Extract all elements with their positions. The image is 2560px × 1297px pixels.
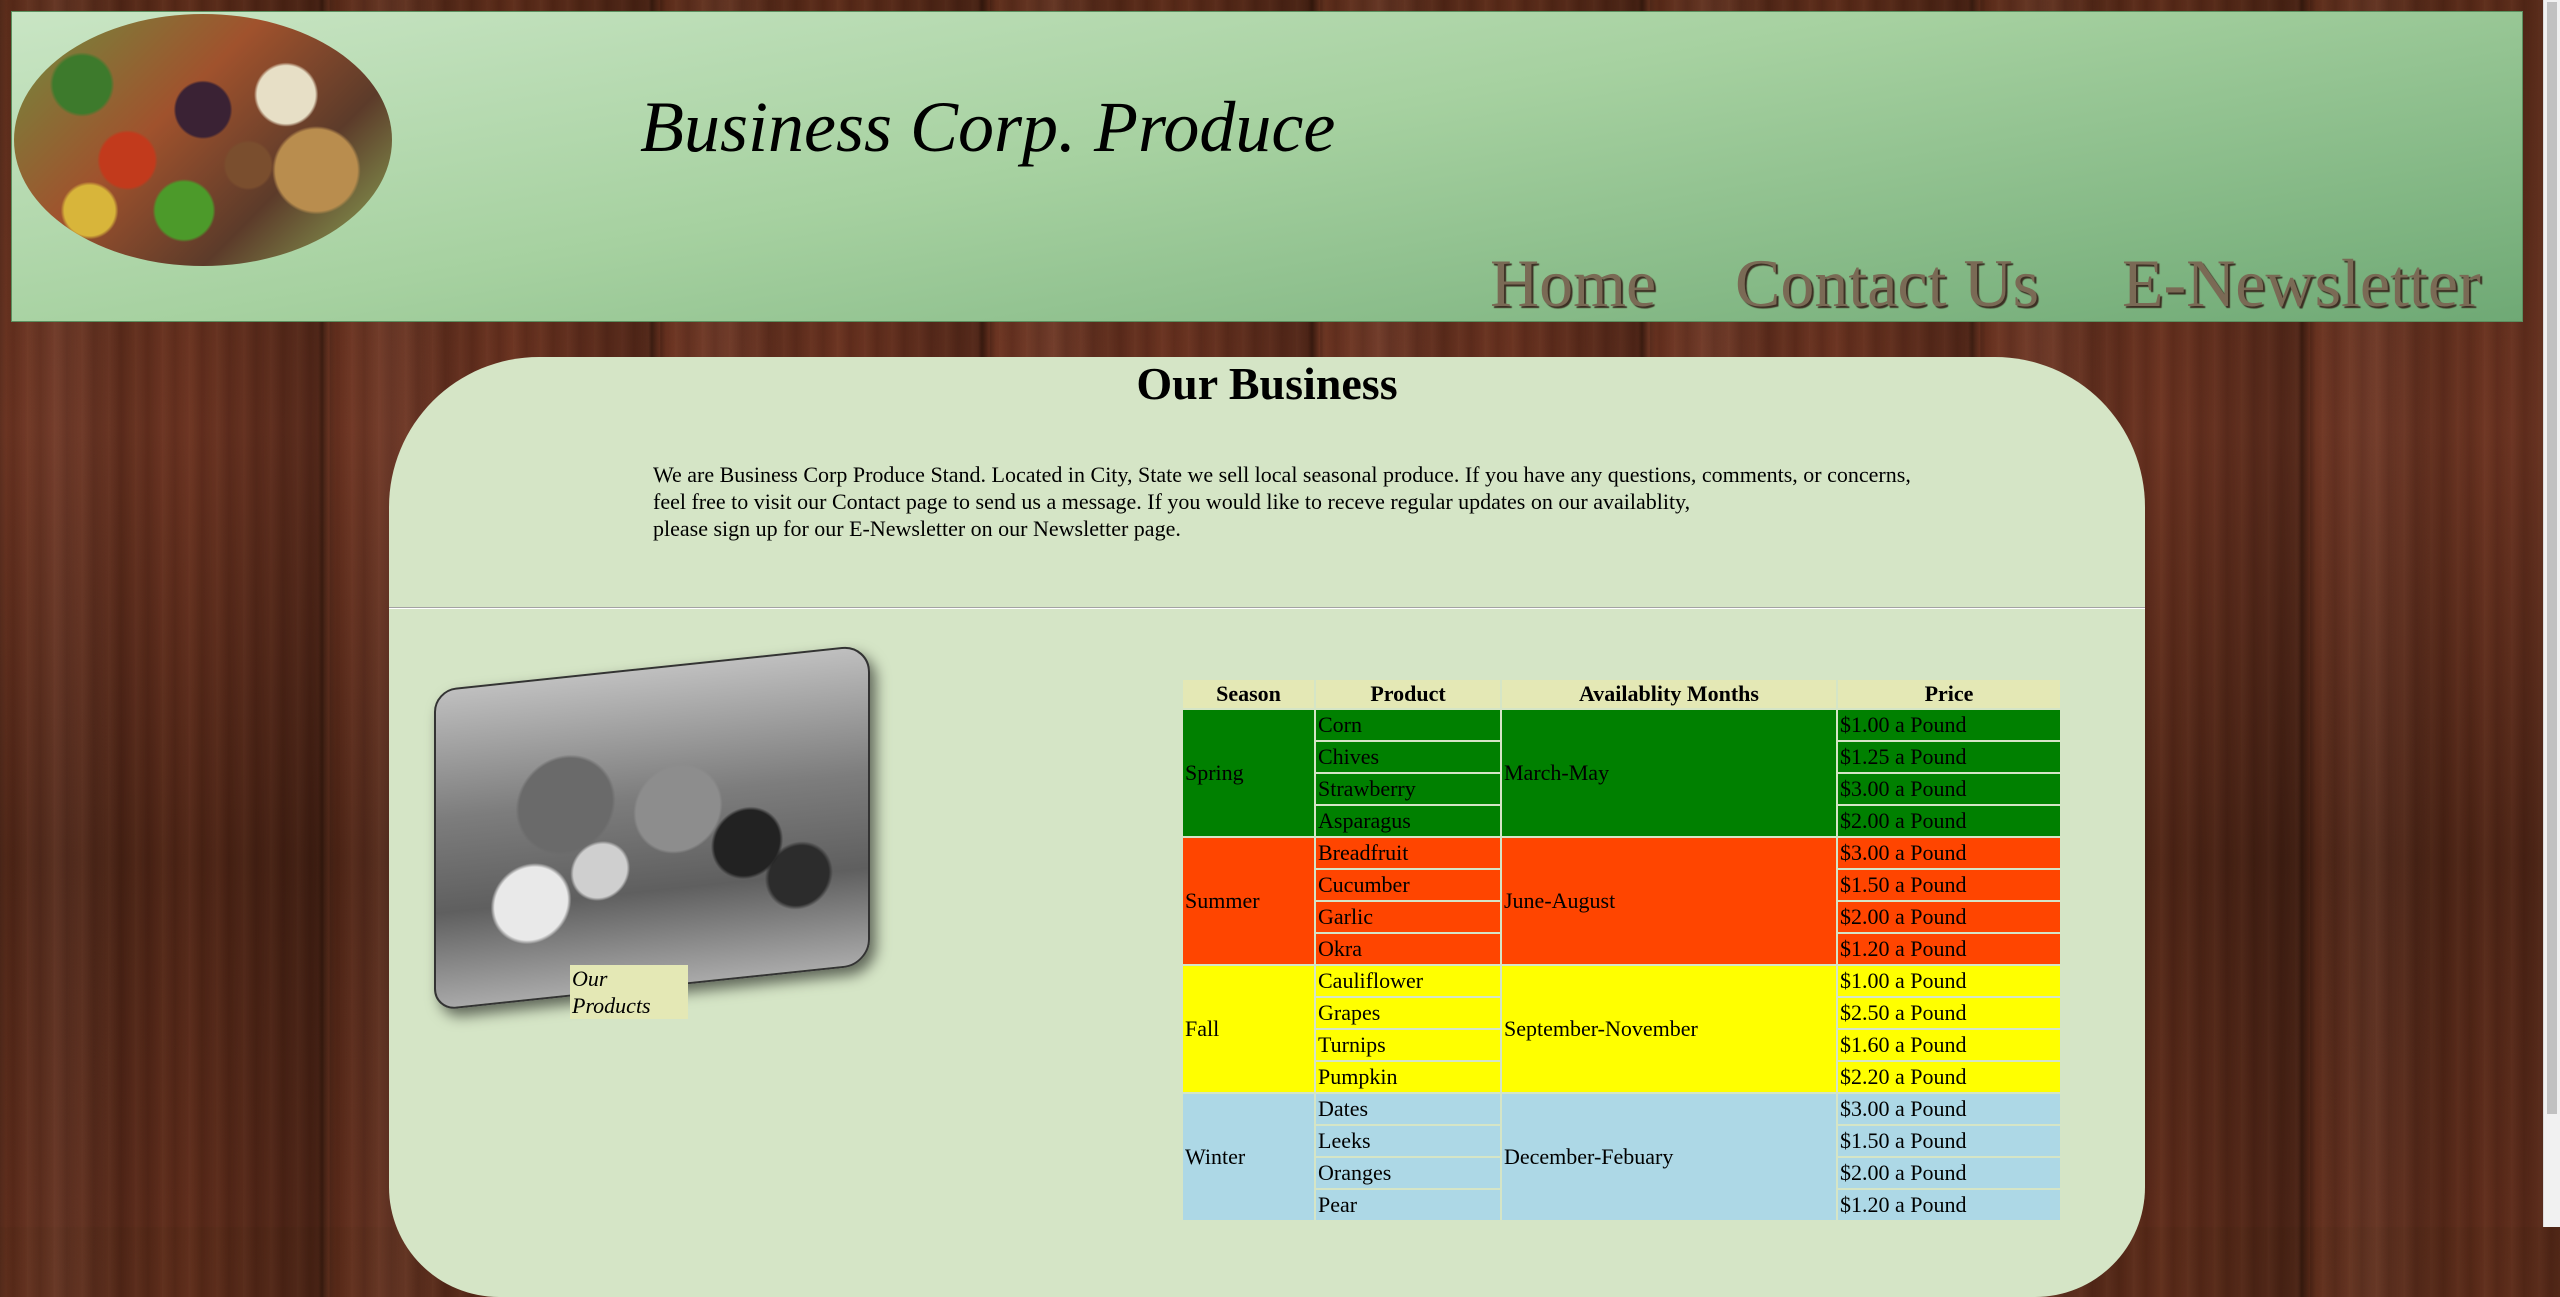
- price-cell: $3.00 a Pound: [1838, 774, 2060, 804]
- price-cell: $3.00 a Pound: [1838, 1094, 2060, 1124]
- nav-newsletter-link[interactable]: E-Newsletter: [2122, 244, 2481, 323]
- product-cell: Leeks: [1316, 1126, 1500, 1156]
- season-cell: Spring: [1183, 710, 1314, 836]
- product-cell: Turnips: [1316, 1030, 1500, 1060]
- scrollbar-thumb[interactable]: [2547, 2, 2557, 1114]
- months-cell: September-November: [1502, 966, 1836, 1092]
- header-product: Product: [1316, 680, 1500, 708]
- price-cell: $2.20 a Pound: [1838, 1062, 2060, 1092]
- price-cell: $1.60 a Pound: [1838, 1030, 2060, 1060]
- header-season: Season: [1183, 680, 1314, 708]
- main-content: Our Business We are Business Corp Produc…: [389, 357, 2145, 1297]
- header-months: Availablity Months: [1502, 680, 1836, 708]
- nav-home-link[interactable]: Home: [1490, 244, 1656, 323]
- price-cell: $2.00 a Pound: [1838, 902, 2060, 932]
- intro-line: feel free to visit our Contact page to s…: [653, 489, 1691, 514]
- price-cell: $2.50 a Pound: [1838, 998, 2060, 1028]
- price-cell: $1.20 a Pound: [1838, 934, 2060, 964]
- product-cell: Pear: [1316, 1190, 1500, 1220]
- produce-table: Season Product Availablity Months Price …: [1181, 678, 2062, 1222]
- months-cell: June-August: [1502, 838, 1836, 964]
- product-cell: Oranges: [1316, 1158, 1500, 1188]
- nav-contact-link[interactable]: Contact Us: [1735, 244, 2039, 323]
- logo-image: [14, 14, 392, 266]
- product-cell: Cauliflower: [1316, 966, 1500, 996]
- table-row: Summer Breadfruit June-August $3.00 a Po…: [1183, 838, 2060, 964]
- vertical-scrollbar[interactable]: [2543, 0, 2560, 1227]
- intro-line: We are Business Corp Produce Stand. Loca…: [653, 462, 1911, 487]
- site-header: Business Corp. Produce Home Contact Us E…: [11, 11, 2523, 322]
- section-divider: [389, 607, 2145, 609]
- product-cell: Corn: [1316, 710, 1500, 740]
- price-cell: $1.00 a Pound: [1838, 966, 2060, 996]
- intro-line: please sign up for our E-Newsletter on o…: [653, 516, 1181, 541]
- page-heading: Our Business: [1136, 358, 1398, 409]
- products-photo: [434, 644, 870, 1011]
- product-cell: Pumpkin: [1316, 1062, 1500, 1092]
- product-cell: Breadfruit: [1316, 838, 1500, 868]
- photo-caption: Our Products: [570, 965, 688, 1019]
- product-cell: Cucumber: [1316, 870, 1500, 900]
- price-cell: $2.00 a Pound: [1838, 1158, 2060, 1188]
- season-cell: Fall: [1183, 966, 1314, 1092]
- price-cell: $1.00 a Pound: [1838, 710, 2060, 740]
- product-cell: Strawberry: [1316, 774, 1500, 804]
- product-cell: Okra: [1316, 934, 1500, 964]
- price-cell: $2.00 a Pound: [1838, 806, 2060, 836]
- table-row: Spring Corn March-May $1.00 a Pound: [1183, 710, 2060, 836]
- price-cell: $1.20 a Pound: [1838, 1190, 2060, 1220]
- table-row: Fall Cauliflower September-November $1.0…: [1183, 966, 2060, 1092]
- product-cell: Garlic: [1316, 902, 1500, 932]
- price-cell: $1.25 a Pound: [1838, 742, 2060, 772]
- table-row: Winter Dates December-Febuary $3.00 a Po…: [1183, 1094, 2060, 1220]
- site-title: Business Corp. Produce: [640, 87, 1336, 167]
- product-cell: Chives: [1316, 742, 1500, 772]
- header-price: Price: [1838, 680, 2060, 708]
- price-cell: $1.50 a Pound: [1838, 1126, 2060, 1156]
- table-header-row: Season Product Availablity Months Price: [1183, 680, 2060, 708]
- product-cell: Grapes: [1316, 998, 1500, 1028]
- main-nav: Home Contact Us E-Newsletter: [12, 244, 2522, 324]
- season-cell: Winter: [1183, 1094, 1314, 1220]
- price-cell: $3.00 a Pound: [1838, 838, 2060, 868]
- product-cell: Asparagus: [1316, 806, 1500, 836]
- intro-paragraph: We are Business Corp Produce Stand. Loca…: [653, 461, 2053, 542]
- months-cell: December-Febuary: [1502, 1094, 1836, 1220]
- price-cell: $1.50 a Pound: [1838, 870, 2060, 900]
- months-cell: March-May: [1502, 710, 1836, 836]
- season-cell: Summer: [1183, 838, 1314, 964]
- product-cell: Dates: [1316, 1094, 1500, 1124]
